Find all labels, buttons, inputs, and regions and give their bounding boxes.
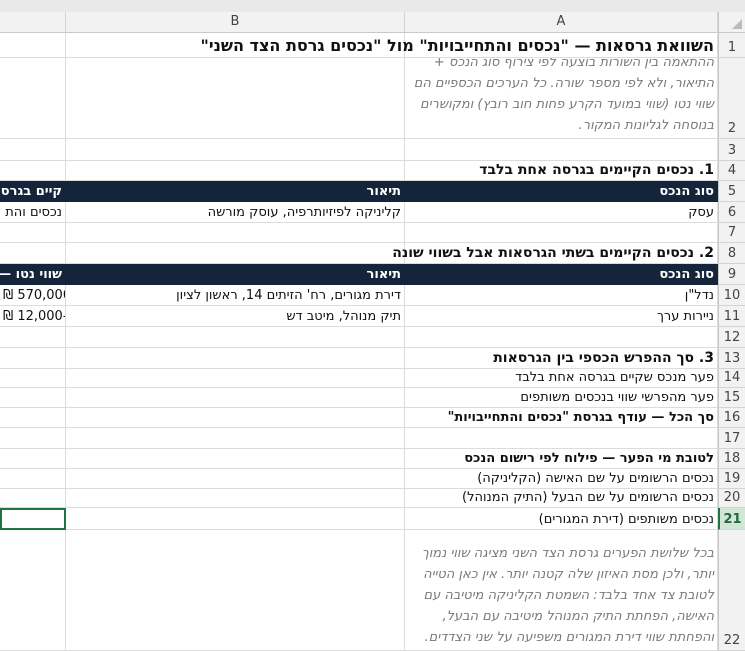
row-header-13[interactable]: 13 — [718, 348, 745, 369]
spreadsheet: B A 1 2 3 4 5 6 7 8 9 10 11 12 13 14 15 16 17 18 19 20 21 22 … — [0, 0, 745, 651]
row-header-20[interactable]: 20 — [718, 489, 745, 508]
cell-a8[interactable]: 2. נכסים הקיימים בשתי הגרסאות אבל בשווי … — [66, 243, 718, 264]
cell-a1[interactable]: השוואת גרסאות — "נכסים והתחייבויות" מול … — [66, 33, 718, 58]
cell-c5[interactable]: קיים בגרס — [0, 181, 66, 202]
cell-a10[interactable]: נדל"ן — [405, 285, 718, 306]
cell-c22[interactable] — [0, 530, 66, 651]
row-header-21[interactable]: 21 — [718, 508, 745, 530]
cell-a3[interactable] — [405, 139, 718, 161]
cell-c3[interactable] — [0, 139, 66, 161]
cell-a9[interactable]: סוג הנכס — [405, 264, 718, 285]
row-header-6[interactable]: 6 — [718, 202, 745, 223]
cell-a11[interactable]: ניירות ערך — [405, 306, 718, 327]
cell-b17[interactable] — [66, 428, 405, 449]
cell-a19[interactable]: נכסים הרשומים על שם האישה (הקליניקה) — [405, 469, 718, 489]
cell-b7[interactable] — [66, 223, 405, 243]
cell-c19[interactable] — [0, 469, 66, 489]
cell-c17[interactable] — [0, 428, 66, 449]
cell-a21[interactable]: נכסים משותפים (דירת המגורים) — [405, 508, 718, 530]
cell-c4[interactable] — [0, 161, 66, 181]
row-header-15[interactable]: 15 — [718, 388, 745, 408]
row-header-4[interactable]: 4 — [718, 161, 745, 181]
row-header-22[interactable]: 22 — [718, 530, 745, 651]
column-header-b[interactable]: B — [66, 12, 405, 33]
cell-b9[interactable]: תיאור — [66, 264, 405, 285]
cell-b11[interactable]: תיק מנוהל, מיטב דש — [66, 306, 405, 327]
cell-b21[interactable] — [66, 508, 405, 530]
row-header-5[interactable]: 5 — [718, 181, 745, 202]
row-header-2[interactable]: 2 — [718, 58, 745, 139]
row-header-10[interactable]: 10 — [718, 285, 745, 306]
row-header-19[interactable]: 19 — [718, 469, 745, 489]
cell-c15[interactable] — [0, 388, 66, 408]
cell-c18[interactable] — [0, 449, 66, 469]
cell-c8[interactable] — [0, 243, 66, 264]
cell-a16[interactable]: סך הכל — עודף בגרסת "נכסים והתחייבויות" — [66, 408, 718, 428]
cell-b20[interactable] — [66, 489, 405, 508]
cell-c1[interactable] — [0, 33, 66, 58]
cell-c20[interactable] — [0, 489, 66, 508]
row-header-8[interactable]: 8 — [718, 243, 745, 264]
cell-c2[interactable] — [0, 58, 66, 139]
cell-a6[interactable]: עסק — [405, 202, 718, 223]
row-header-16[interactable]: 16 — [718, 408, 745, 428]
cell-a20[interactable]: נכסים הרשומים על שם הבעל (התיק המנוהל) — [405, 489, 718, 508]
row-header-1[interactable]: 1 — [718, 33, 745, 58]
row-header-18[interactable]: 18 — [718, 449, 745, 469]
cell-c10[interactable]: ₪ 570,000 — [0, 285, 66, 306]
row-header-3[interactable]: 3 — [718, 139, 745, 161]
cell-b6[interactable]: קליניקה לפיזיותרפיה, עוסק מורשה — [66, 202, 405, 223]
column-header-a[interactable]: A — [405, 12, 718, 33]
cell-a17[interactable] — [405, 428, 718, 449]
row-header-14[interactable]: 14 — [718, 369, 745, 388]
cell-a13[interactable]: 3. סך ההפרש הכספי בין הגרסאות — [66, 348, 718, 369]
cell-b15[interactable] — [66, 388, 405, 408]
cell-c7[interactable] — [0, 223, 66, 243]
row-header-17[interactable]: 17 — [718, 428, 745, 449]
row-header-7[interactable]: 7 — [718, 223, 745, 243]
select-all-button[interactable] — [718, 12, 745, 33]
cell-a7[interactable] — [405, 223, 718, 243]
cell-c6[interactable]: נכסים והת — [0, 202, 66, 223]
cell-b5[interactable]: תיאור — [66, 181, 405, 202]
cell-c14[interactable] — [0, 369, 66, 388]
cell-c12[interactable] — [0, 327, 66, 348]
cell-a2[interactable]: ההתאמה בין השורות בוצעה לפי צירוף סוג הנ… — [405, 58, 718, 139]
cell-b2[interactable] — [66, 58, 405, 139]
cell-c16[interactable] — [0, 408, 66, 428]
cell-a15[interactable]: פער מהפרשי שווי בנכסים משותפים — [405, 388, 718, 408]
cell-a12[interactable] — [405, 327, 718, 348]
cell-a22[interactable]: בכל שלושת הפערים גרסת הצד השני מציגה שוו… — [405, 530, 718, 651]
selected-cell-c21[interactable] — [0, 508, 66, 530]
cell-b3[interactable] — [66, 139, 405, 161]
cell-b10[interactable]: דירת מגורים, רח' הזיתים 14, ראשון לציון — [66, 285, 405, 306]
cell-a4[interactable]: 1. נכסים הקיימים בגרסה אחת בלבד — [66, 161, 718, 181]
cell-c13[interactable] — [0, 348, 66, 369]
cell-b19[interactable] — [66, 469, 405, 489]
row-header-9[interactable]: 9 — [718, 264, 745, 285]
cell-a14[interactable]: פער מנכס שקיים בגרסה אחת בלבד — [405, 369, 718, 388]
cell-b12[interactable] — [66, 327, 405, 348]
cell-a18[interactable]: לטובת מי הפער — פילוח לפי רישום הנכס — [66, 449, 718, 469]
cell-c9[interactable]: שווי נטו — — [0, 264, 66, 285]
column-header-c[interactable] — [0, 12, 66, 33]
row-header-12[interactable]: 12 — [718, 327, 745, 348]
cell-b14[interactable] — [66, 369, 405, 388]
row-header-11[interactable]: 11 — [718, 306, 745, 327]
cell-c11[interactable]: ₪ 12,000- — [0, 306, 66, 327]
cell-b22[interactable] — [66, 530, 405, 651]
cell-a5[interactable]: סוג הנכס — [405, 181, 718, 202]
select-all-icon — [732, 19, 742, 29]
